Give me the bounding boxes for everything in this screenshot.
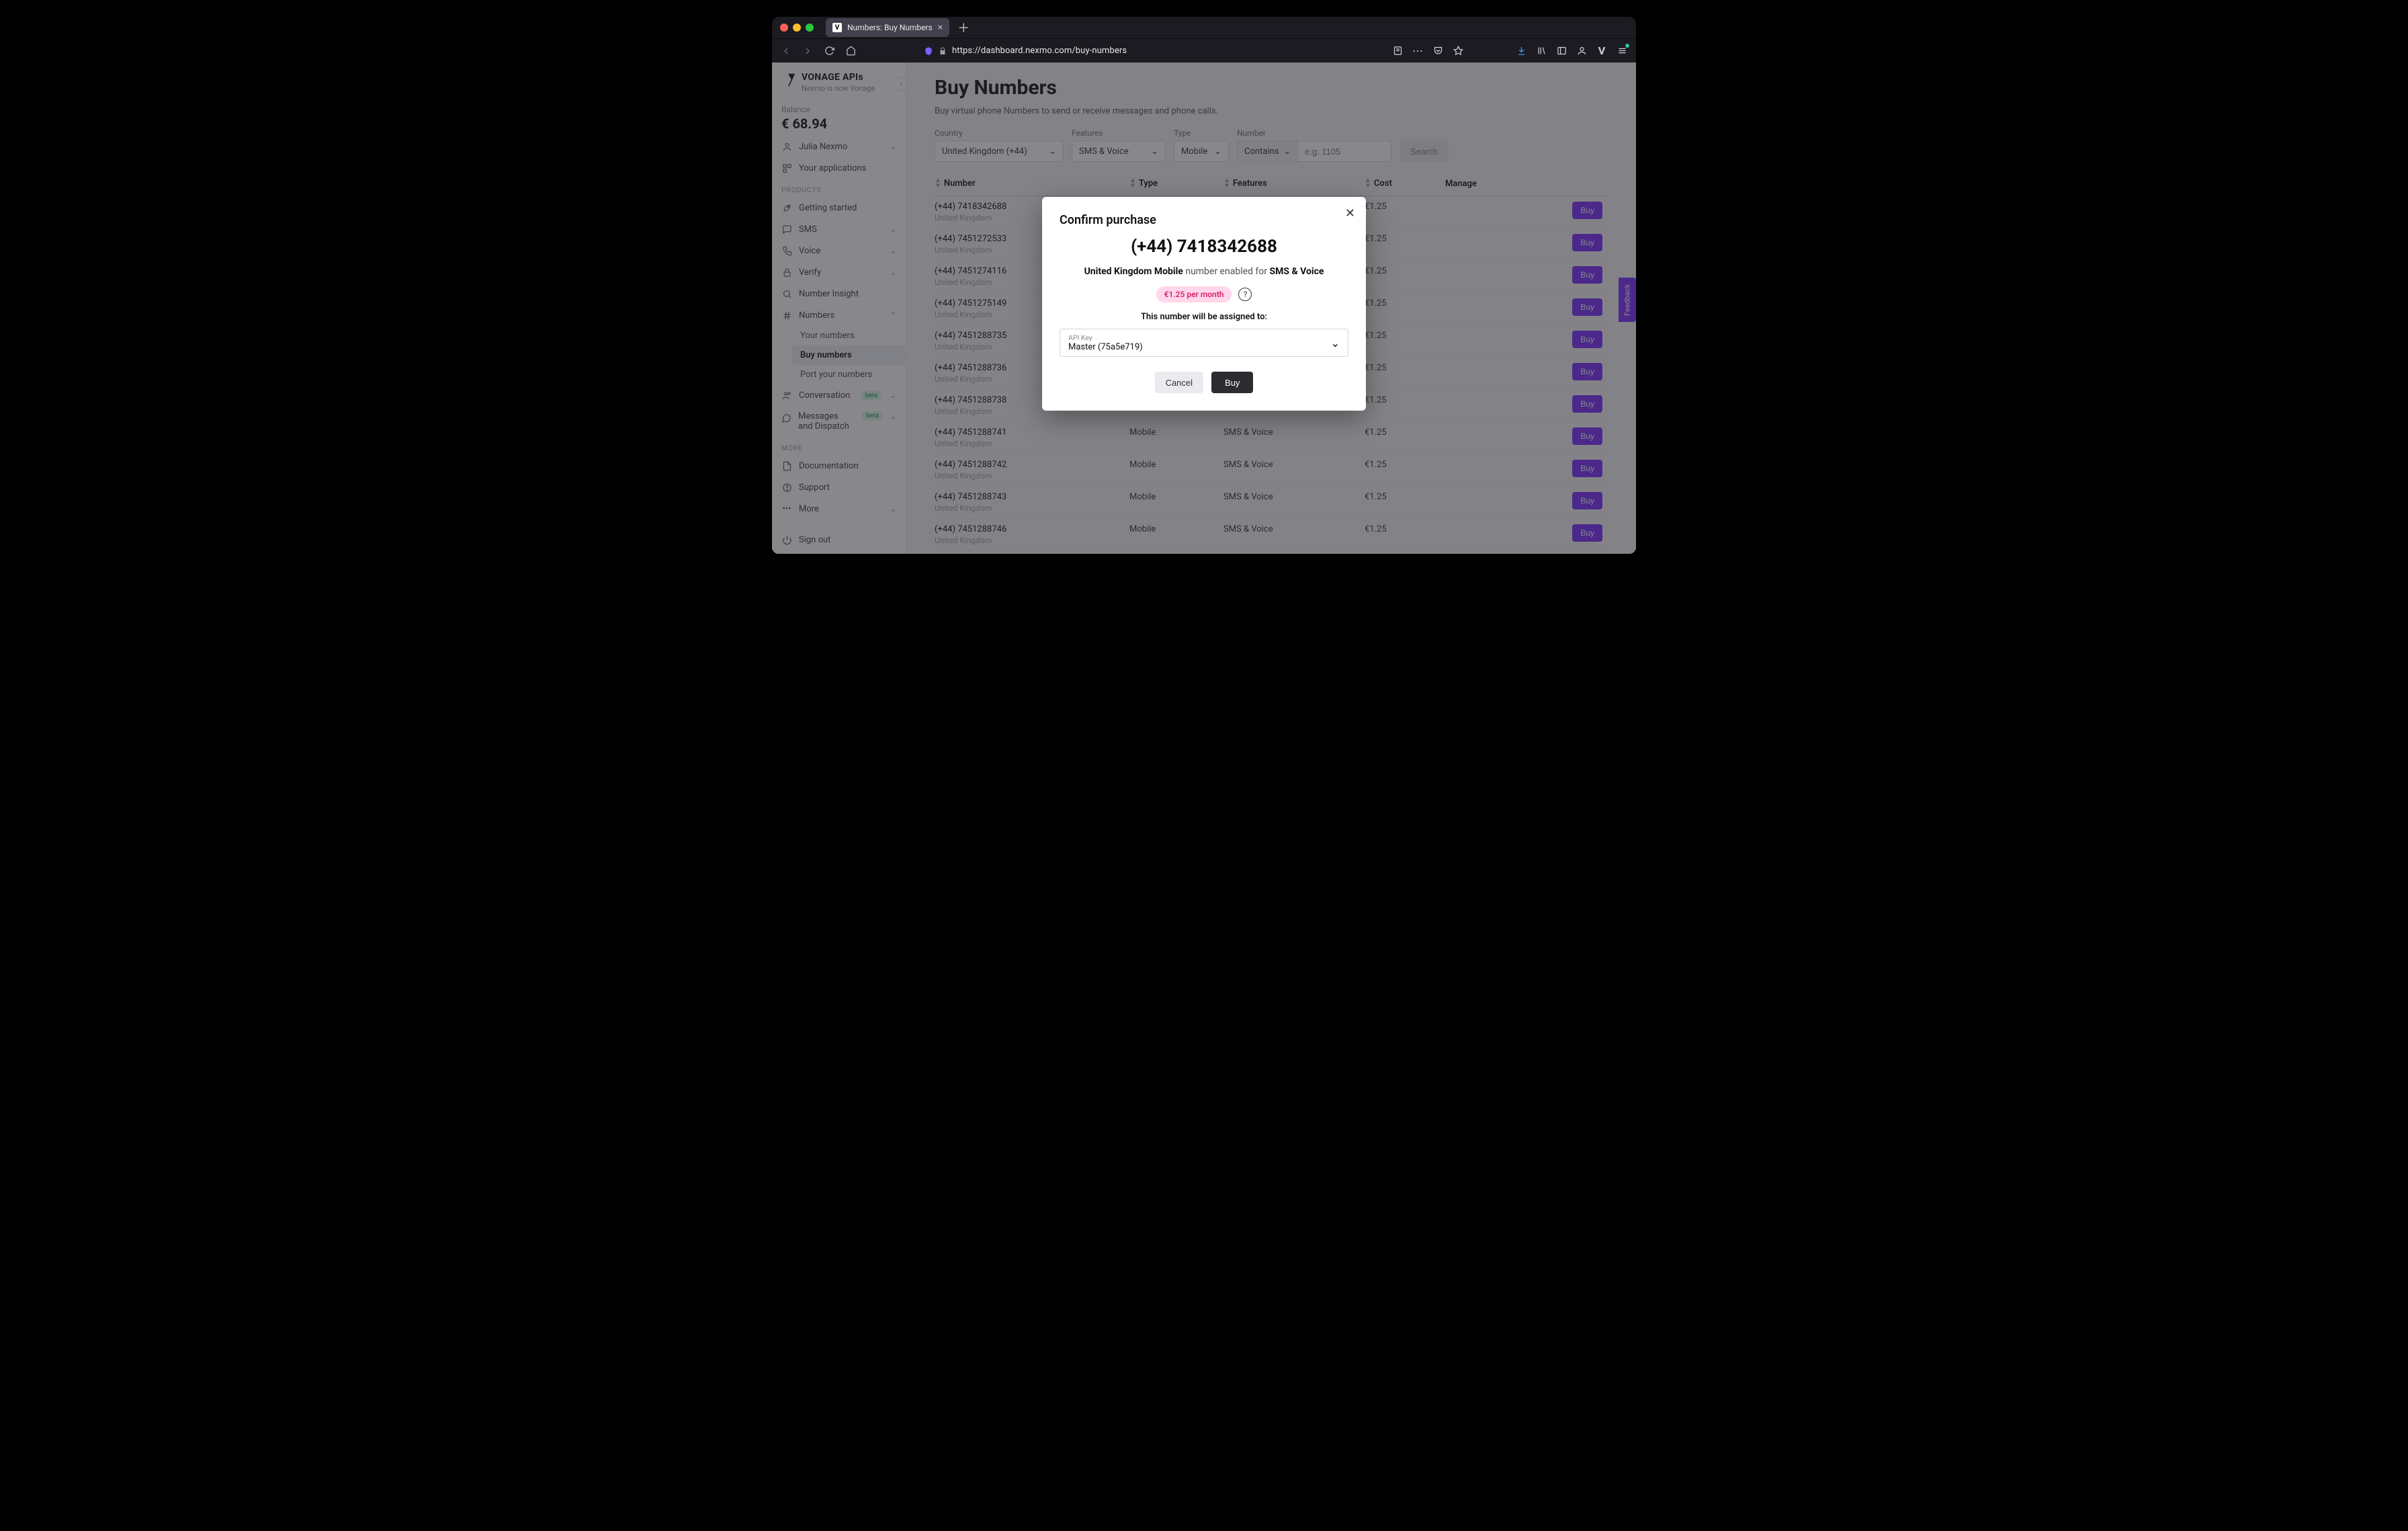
modal-description: United Kingdom Mobile number enabled for…	[1060, 266, 1348, 277]
new-tab-button[interactable]: ＋	[955, 19, 972, 36]
downloads-icon[interactable]	[1512, 42, 1530, 60]
close-modal-button[interactable]: ✕	[1345, 206, 1355, 220]
tab-title: Numbers: Buy Numbers	[847, 23, 933, 32]
address-bar: https://dashboard.nexmo.com/buy-numbers …	[772, 38, 1636, 63]
home-icon[interactable]	[842, 42, 859, 60]
minimize-window-icon[interactable]	[793, 24, 801, 32]
modal-overlay[interactable]: ✕ Confirm purchase (+44) 7418342688 Unit…	[772, 63, 1636, 554]
account-icon[interactable]	[1573, 42, 1590, 60]
page-viewport: VONAGE APIs Nexmo is now Vonage ‹ Balanc…	[772, 63, 1636, 554]
modal-number: (+44) 7418342688	[1060, 237, 1348, 257]
help-icon[interactable]: ?	[1238, 288, 1252, 301]
close-window-icon[interactable]	[780, 24, 788, 32]
fullscreen-window-icon[interactable]	[806, 24, 814, 32]
back-icon[interactable]	[777, 42, 795, 60]
sidebar-icon[interactable]	[1553, 42, 1570, 60]
favicon-icon: V	[832, 23, 842, 32]
browser-window: V Numbers: Buy Numbers × ＋ https://dashb…	[772, 17, 1636, 554]
meatballs-icon[interactable]: ⋯	[1409, 42, 1426, 60]
reader-mode-icon[interactable]	[1389, 42, 1406, 60]
hamburger-menu-icon[interactable]	[1613, 42, 1631, 60]
reload-icon[interactable]	[820, 42, 838, 60]
browser-tab[interactable]: V Numbers: Buy Numbers ×	[826, 18, 949, 37]
api-key-field-label: API Key	[1068, 333, 1143, 342]
modal-title: Confirm purchase	[1060, 213, 1348, 227]
forward-icon[interactable]	[799, 42, 816, 60]
cancel-button[interactable]: Cancel	[1155, 372, 1203, 393]
url-field[interactable]: https://dashboard.nexmo.com/buy-numbers	[917, 41, 1331, 61]
price-pill: €1.25 per month	[1156, 286, 1232, 302]
url-text: https://dashboard.nexmo.com/buy-numbers	[952, 46, 1127, 56]
close-tab-icon[interactable]: ×	[938, 22, 943, 33]
shield-icon	[924, 46, 933, 56]
buy-button[interactable]: Buy	[1211, 372, 1253, 393]
extension-v-icon[interactable]: V	[1593, 42, 1610, 60]
chevron-down-icon: ⌄	[1331, 337, 1340, 349]
bookmark-star-icon[interactable]	[1449, 42, 1467, 60]
library-icon[interactable]	[1533, 42, 1550, 60]
assign-label: This number will be assigned to:	[1060, 312, 1348, 322]
pocket-icon[interactable]	[1429, 42, 1447, 60]
confirm-purchase-modal: ✕ Confirm purchase (+44) 7418342688 Unit…	[1042, 197, 1366, 411]
api-key-value: Master (75a5e719)	[1068, 342, 1143, 352]
window-controls[interactable]	[780, 24, 814, 32]
lock-icon	[939, 47, 947, 55]
tab-strip: V Numbers: Buy Numbers × ＋	[772, 17, 1636, 38]
api-key-select[interactable]: API Key Master (75a5e719) ⌄	[1060, 329, 1348, 357]
